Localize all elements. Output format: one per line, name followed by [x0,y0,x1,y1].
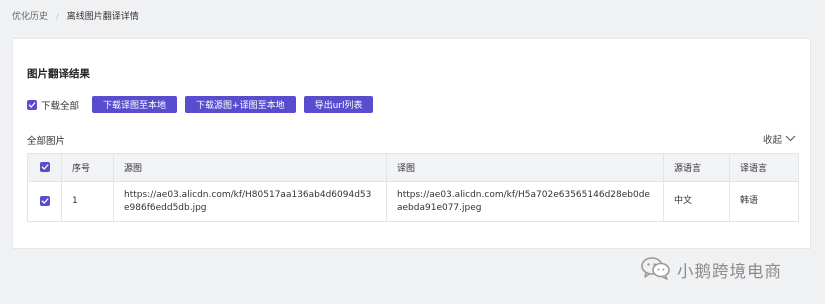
row-source-language: 中文 [663,181,730,222]
section-title: 图片翻译结果 [27,68,90,80]
header-index: 序号 [61,153,114,182]
header-source-language: 源语言 [663,153,730,182]
row-source-url[interactable]: https://ae03.alicdn.com/kf/H80517aa136ab… [113,181,387,222]
table-header-row: 序号 源图 译图 源语言 译语言 [27,153,799,182]
export-url-list-button[interactable]: 导出url列表 [303,96,374,113]
images-table: 序号 源图 译图 源语言 译语言 1 https://ae03.alicdn.c… [27,153,799,222]
breadcrumb-current: 离线图片翻译详情 [66,12,139,22]
breadcrumb-parent-link[interactable]: 优化历史 [12,11,48,23]
breadcrumb-separator: / [56,12,59,21]
select-all-label: 下载全部 [41,100,80,112]
wechat-icon [641,256,671,284]
breadcrumb: 优化历史 / 离线图片翻译详情 [12,11,139,23]
collapse-label: 收起 [762,135,782,146]
chevron-up-icon [785,134,796,145]
header-source-image: 源图 [113,153,387,182]
action-bar: 下载全部 下载译图至本地 下载源图+译图至本地 导出url列表 [27,96,381,113]
table-row: 1 https://ae03.alicdn.com/kf/H80517aa136… [27,181,799,222]
row-checkbox[interactable] [27,181,62,222]
row-translated-url[interactable]: https://ae03.alicdn.com/kf/H5a702e635651… [386,181,664,222]
checkbox-checked-icon [39,195,50,206]
download-source-and-translated-button[interactable]: 下载源图+译图至本地 [185,96,296,113]
watermark: 小鹅跨境电商 [641,256,782,284]
download-translated-button[interactable]: 下载译图至本地 [92,96,178,113]
select-all-checkbox[interactable]: 下载全部 [27,98,79,112]
row-index: 1 [61,181,114,222]
header-translated-image: 译图 [386,153,664,182]
all-images-label: 全部图片 [27,136,66,147]
collapse-toggle[interactable]: 收起 [763,132,796,146]
header-select-all-checkbox[interactable] [27,153,62,182]
checkbox-checked-icon [27,99,37,110]
results-card: 图片翻译结果 下载全部 下载译图至本地 下载源图+译图至本地 导出url列表 全… [12,38,811,249]
header-target-language: 译语言 [729,153,799,182]
row-target-language: 韩语 [729,181,799,222]
checkbox-checked-icon [39,162,50,173]
watermark-text: 小鹅跨境电商 [677,262,782,281]
